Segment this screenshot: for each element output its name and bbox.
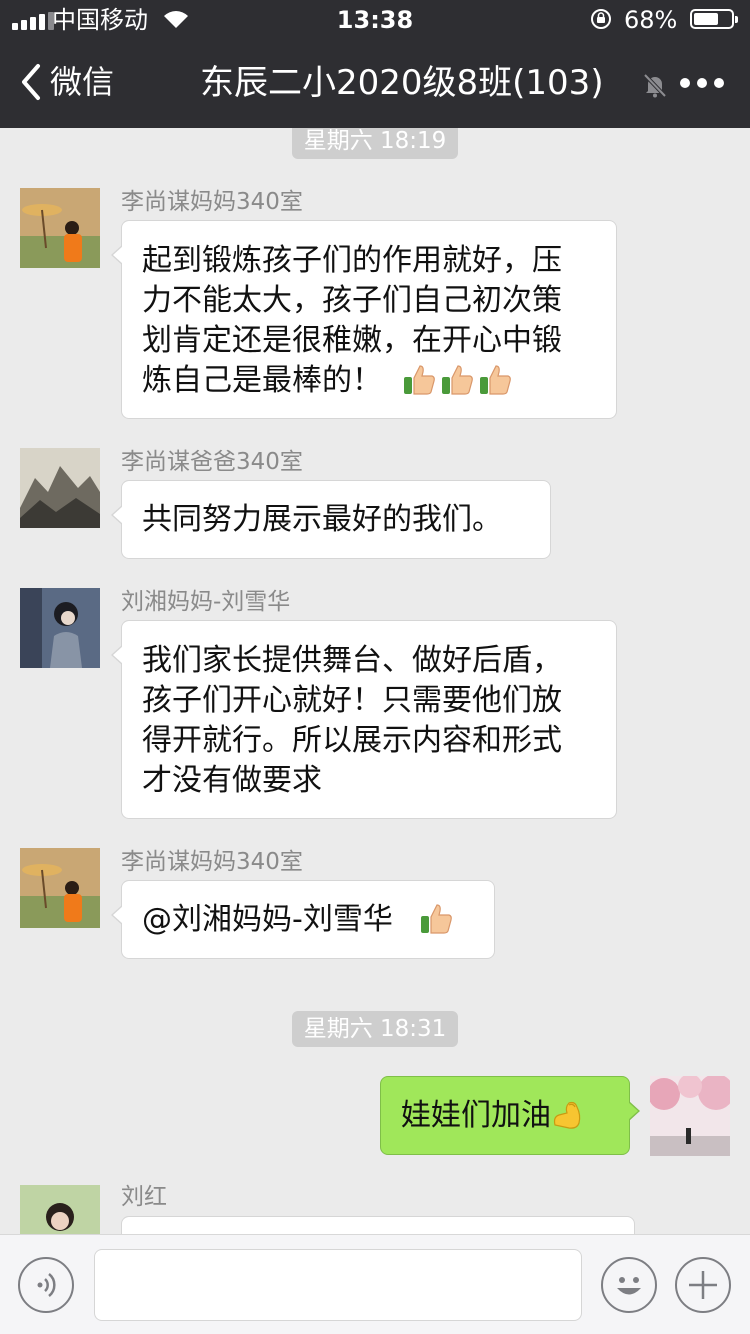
back-label: 微信 — [50, 63, 115, 101]
smiley-icon — [617, 1277, 641, 1295]
avatar-photo — [650, 1076, 730, 1156]
back-button[interactable]: 微信 — [18, 62, 114, 102]
sender-name: 李尚谋爸爸340室 — [121, 449, 303, 475]
battery-percent: 68% — [624, 6, 678, 34]
avatar[interactable] — [20, 448, 100, 528]
avatar-photo — [20, 448, 100, 528]
rotation-lock-icon — [591, 9, 611, 29]
message-bubble[interactable]: 共同努力展示最好的我们。 — [111, 480, 551, 559]
message-bubble[interactable]: 起到锻炼孩子们的作用就好，压 力不能太大，孩子们自己初次策 划肯定还是很稚嫩，在… — [111, 220, 617, 419]
sender-name: 刘湘妈妈-刘雪华 — [121, 589, 291, 615]
my-avatar[interactable] — [650, 1076, 730, 1156]
timestamp-divider: 星期六 18:19 — [0, 128, 750, 159]
message-bubble-outgoing[interactable]: 娃娃们加油 — [380, 1076, 640, 1155]
message-input[interactable] — [94, 1249, 582, 1321]
avatar[interactable] — [20, 848, 100, 928]
navigation-bar: 微信 东辰二小2020级8班(103) — [0, 40, 750, 128]
chat-title: 东辰二小2020级8班(103) — [200, 63, 604, 103]
more-options-button[interactable] — [680, 78, 724, 88]
top-bar: 中国移动 13:38 68% 微信 东辰二小2020级8班(103) — [0, 0, 750, 128]
sender-name: 李尚谋妈妈340室 — [121, 189, 303, 215]
battery-icon — [690, 9, 738, 29]
voice-button[interactable] — [18, 1257, 74, 1313]
thumbs-up-icon — [478, 362, 512, 396]
plus-icon — [689, 1271, 717, 1299]
chevron-left-icon — [22, 64, 40, 100]
thumbs-up-icon — [419, 901, 453, 935]
message-bubble[interactable]: @刘湘妈妈-刘雪华 — [111, 880, 495, 959]
avatar-photo — [20, 1185, 100, 1234]
sender-name: 李尚谋妈妈340室 — [121, 849, 303, 875]
message-bubble[interactable]: 我们家长提供舞台、做好后盾， 孩子们开心就好！只需要他们放 得开就行。所以展示内… — [111, 620, 617, 819]
avatar-photo — [20, 848, 100, 928]
battery-level — [694, 13, 718, 25]
status-bar: 中国移动 13:38 68% — [0, 0, 750, 40]
emoji-button[interactable] — [601, 1257, 657, 1313]
sender-name: 刘红 — [121, 1184, 167, 1210]
message-bubble[interactable] — [121, 1216, 635, 1234]
voice-icon — [37, 1273, 56, 1297]
flexed-biceps-icon — [551, 1097, 585, 1131]
message-list[interactable]: 星期六 18:19 李尚谋妈妈340室 起到锻炼孩子们的作用就好，压 力不能太大… — [0, 128, 750, 1234]
avatar-photo — [20, 588, 100, 668]
avatar[interactable] — [20, 1185, 100, 1234]
avatar[interactable] — [20, 188, 100, 268]
thumbs-up-icon — [440, 362, 474, 396]
avatar[interactable] — [20, 588, 100, 668]
more-functions-button[interactable] — [675, 1257, 731, 1313]
input-bar — [0, 1234, 750, 1334]
mute-bell-icon — [643, 73, 667, 98]
thumbs-up-icon — [402, 362, 436, 396]
avatar-photo — [20, 188, 100, 268]
timestamp-divider: 星期六 18:31 — [0, 1011, 750, 1047]
